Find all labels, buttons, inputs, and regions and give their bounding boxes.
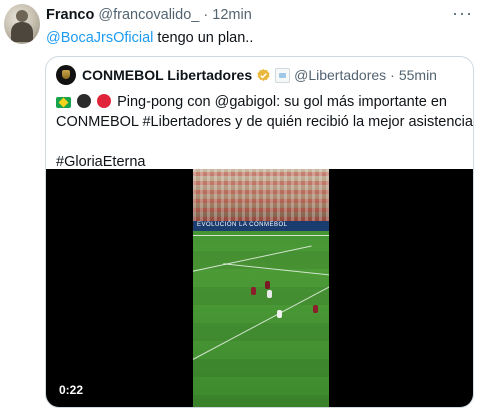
pitch-stripe — [193, 395, 329, 407]
video-duration: 0:22 — [59, 383, 84, 397]
pitch-stripe — [193, 323, 329, 341]
player — [251, 287, 256, 295]
red-circle-icon — [97, 94, 112, 108]
affiliate-badge-icon — [275, 67, 291, 83]
quote-author-handle[interactable]: @Libertadores — [294, 65, 386, 85]
quote-author-name[interactable]: CONMEBOL Libertadores — [82, 65, 252, 85]
author-name[interactable]: Franco — [46, 7, 94, 23]
black-circle-icon — [77, 94, 92, 108]
player — [267, 290, 272, 298]
quote-separator: · — [390, 67, 395, 83]
touch-line — [193, 235, 329, 236]
tweet-body: tengo un plan.. — [153, 30, 254, 46]
quote-text-line-1: Ping-pong con @gabigol: su gol más impor… — [117, 94, 447, 110]
stadium-crowd — [193, 169, 329, 221]
conmebol-logo-icon[interactable] — [56, 65, 76, 85]
quote-text-line-2: CONMEBOL #Libertadores y de quién recibi… — [56, 114, 473, 130]
author-handle[interactable]: @francovalido_ — [98, 7, 199, 23]
tweet-time[interactable]: 12min — [212, 7, 252, 23]
boards-text: EVOLUCIÓN LA CONMEBOL — [197, 222, 288, 228]
quote-time[interactable]: 55min — [399, 65, 437, 85]
more-horizontal-icon[interactable]: ··· — [452, 4, 473, 22]
avatar[interactable] — [4, 4, 40, 44]
quote-line-2: CONMEBOL #Libertadores y de quién recibi… — [56, 112, 473, 132]
avatar-head — [16, 10, 28, 22]
separator: · — [203, 7, 209, 23]
pitch-stripe — [193, 359, 329, 377]
brazil-flag-icon — [56, 97, 71, 108]
quote-line-1: Ping-pong con @gabigol: su gol más impor… — [56, 92, 466, 112]
tweet-text: @BocaJrsOficial tengo un plan.. — [46, 28, 253, 48]
player — [313, 305, 318, 313]
player — [277, 310, 282, 318]
mention-link[interactable]: @BocaJrsOficial — [46, 30, 153, 46]
video-player[interactable]: EVOLUCIÓN LA CONMEBOL 0:22 — [46, 169, 473, 407]
verified-badge-icon — [257, 68, 270, 81]
quote-header: CONMEBOL Libertadores @Libertadores · 55… — [56, 65, 437, 85]
tweet-header: Franco @francovalido_ · 12min — [46, 5, 252, 25]
avatar-body — [11, 22, 33, 42]
quote-text: Ping-pong con @gabigol: su gol más impor… — [56, 92, 473, 172]
player — [265, 281, 270, 289]
quoted-tweet[interactable]: CONMEBOL Libertadores @Libertadores · 55… — [45, 56, 474, 408]
video-frame: EVOLUCIÓN LA CONMEBOL — [193, 169, 329, 407]
